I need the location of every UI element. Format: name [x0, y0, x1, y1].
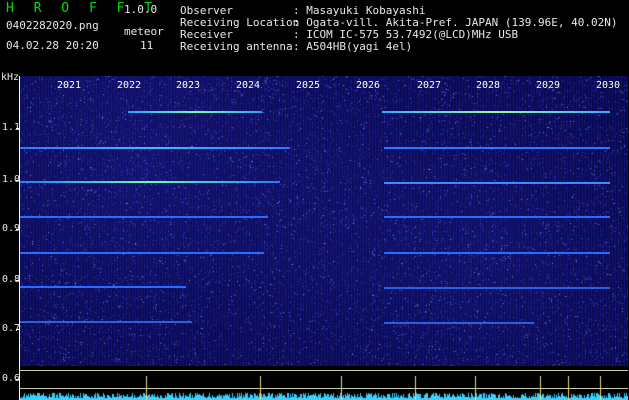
x-tick-label: 2022 — [117, 80, 142, 91]
x-tick-label: 2027 — [417, 80, 442, 91]
x-tick-label: 2025 — [296, 80, 321, 91]
bottom-strip — [20, 366, 628, 400]
echo-band — [384, 147, 610, 149]
x-tick-label: 2021 — [57, 80, 82, 91]
echo-band — [20, 286, 186, 288]
y-tick — [16, 280, 20, 281]
y-tick — [16, 329, 20, 330]
reference-line — [20, 370, 628, 371]
echo-band — [384, 216, 610, 218]
y-axis-unit: kHz — [1, 72, 20, 83]
echo-band — [20, 181, 280, 183]
echo-band — [384, 287, 610, 289]
echo-band — [382, 111, 610, 113]
x-tick-label: 2026 — [356, 80, 381, 91]
capture-datetime: 04.02.28 20:20 — [6, 39, 99, 52]
x-tick-label: 2024 — [236, 80, 261, 91]
x-tick-label: 2030 — [596, 80, 621, 91]
echo-band — [384, 182, 610, 184]
y-tick — [16, 229, 20, 230]
echo-band — [20, 252, 264, 254]
antenna-value: : A504HB(yagi 4el) — [293, 40, 413, 53]
echo-band — [20, 321, 192, 323]
header-panel: H R O F F T 1.0.0 0402282020.png meteor … — [0, 0, 629, 72]
echo-band — [384, 252, 610, 254]
x-tick-label: 2023 — [176, 80, 201, 91]
y-tick — [16, 128, 20, 129]
x-tick-label: 2028 — [476, 80, 501, 91]
meteor-count-label: meteor — [124, 25, 164, 38]
x-tick-label: 2029 — [536, 80, 561, 91]
signal-spikes — [20, 366, 628, 400]
echo-band — [20, 216, 268, 218]
app-version: 1.0.0 — [124, 3, 158, 16]
meteor-count-value: 11 — [140, 39, 154, 52]
image-filename: 0402282020.png — [6, 19, 99, 32]
echo-band — [384, 322, 534, 324]
echo-band — [20, 147, 290, 149]
echo-band — [128, 111, 262, 113]
reference-line — [20, 388, 628, 389]
antenna-label: Receiving antenna — [180, 40, 293, 53]
